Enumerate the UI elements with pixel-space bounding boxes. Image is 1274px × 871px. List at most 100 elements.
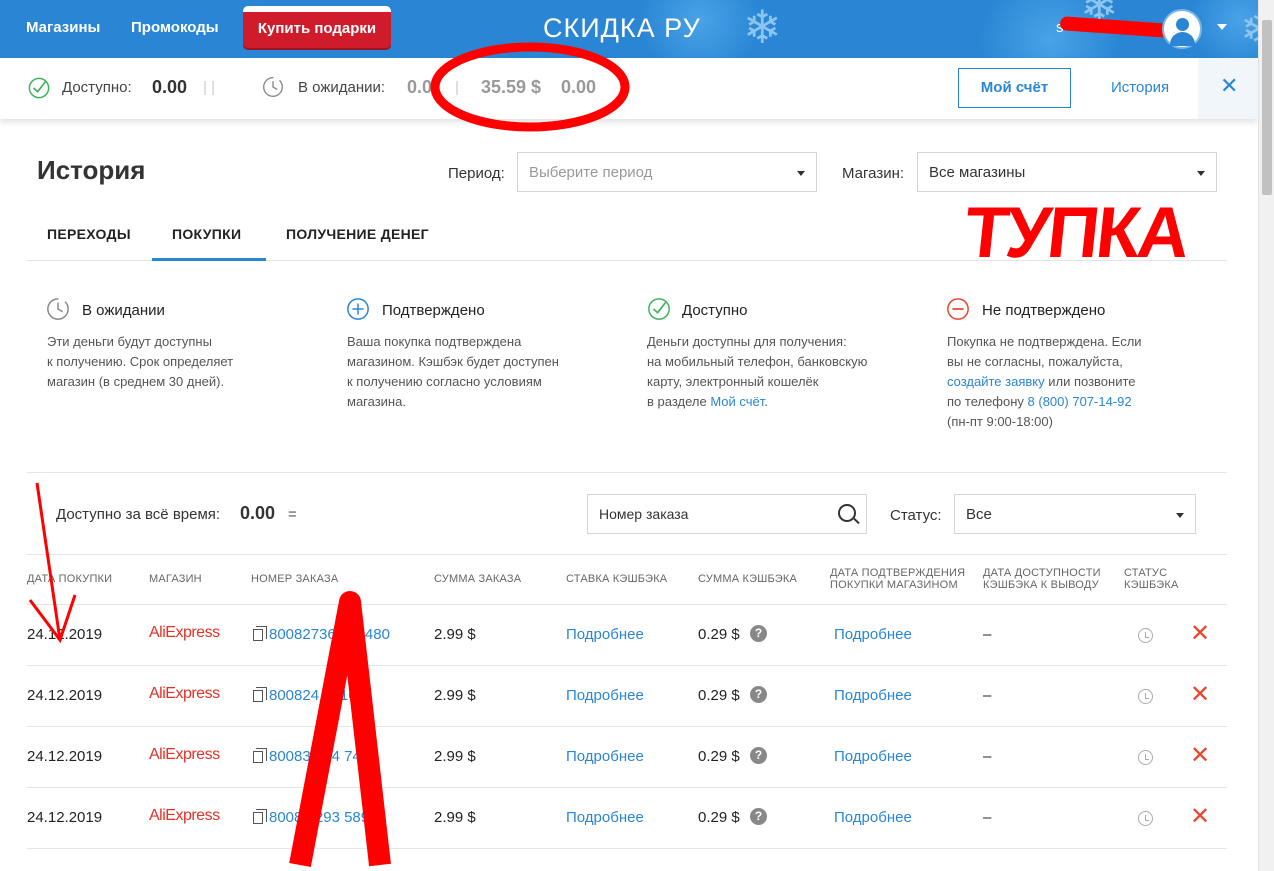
- rejected-icon: ✕: [1190, 742, 1211, 769]
- help-icon[interactable]: ?: [750, 808, 767, 825]
- clock-icon: [1138, 750, 1153, 765]
- legend-pending-text: Эти деньги будут доступны к получению. С…: [47, 334, 234, 389]
- column-header: ДАТА ДОСТУПНОСТИ КЭШБЭКА К ВЫВОДУ: [983, 567, 1101, 591]
- purchase-date: 24.12.2019: [27, 748, 103, 765]
- aliexpress-logo[interactable]: AliExpress: [149, 746, 220, 764]
- rate-details-link[interactable]: Подробнее: [566, 687, 644, 704]
- rate-details-link[interactable]: Подробнее: [566, 626, 644, 643]
- legend-confirmed-title: Подтверждено: [382, 302, 485, 319]
- table-row: [27, 848, 1227, 871]
- available-date: –: [983, 626, 992, 643]
- shop-label: Магазин:: [842, 165, 905, 182]
- create-ticket-link[interactable]: создайте заявку: [947, 374, 1045, 389]
- chevron-down-icon[interactable]: [1217, 24, 1227, 30]
- confirm-details-link[interactable]: Подробнее: [834, 626, 912, 643]
- period-select[interactable]: Выберите период: [517, 152, 817, 192]
- legend-confirmed-text: Ваша покупка подтверждена магазином. Кэш…: [347, 334, 559, 409]
- pending-value: 0.0: [407, 77, 433, 97]
- purchase-date: 24.12.2019: [27, 809, 103, 826]
- phone-link[interactable]: 8 (800) 707-14-92: [1028, 394, 1132, 409]
- legend-rejected-text: Покупка не подтверждена. Если вы не согл…: [947, 334, 1142, 429]
- nav-shops-link[interactable]: Магазины: [26, 19, 100, 36]
- status-label: Статус:: [890, 507, 942, 524]
- copy-icon[interactable]: [253, 626, 267, 641]
- nav-promo-link[interactable]: Промокоды: [131, 19, 219, 36]
- cashback-amount: 0.29 $: [698, 626, 740, 643]
- copy-icon[interactable]: [253, 809, 267, 824]
- close-button[interactable]: ✕: [1198, 58, 1258, 119]
- purchase-date: 24.12.2019: [27, 626, 103, 643]
- search-icon[interactable]: [838, 504, 856, 522]
- help-icon[interactable]: ?: [750, 686, 767, 703]
- page-title: История: [37, 155, 146, 185]
- clock-icon: [47, 298, 69, 320]
- chevron-down-icon: [797, 171, 805, 176]
- aliexpress-logo[interactable]: AliExpress: [149, 685, 220, 703]
- confirm-details-link[interactable]: Подробнее: [834, 687, 912, 704]
- rate-details-link[interactable]: Подробнее: [566, 809, 644, 826]
- scrollbar-thumb[interactable]: [1262, 20, 1272, 195]
- available-label: Доступно:: [62, 79, 132, 96]
- column-header: МАГАЗИН: [149, 573, 202, 585]
- pending-value-usd: 35.59 $: [481, 77, 542, 97]
- rejected-icon: ✕: [1190, 803, 1211, 830]
- order-number[interactable]: 80083 644 7403: [269, 748, 377, 765]
- table-row: 24.12.2019 AliExpress 8008 5293 589 2.99…: [27, 787, 1227, 848]
- check-circle-icon: [28, 77, 50, 99]
- rate-details-link[interactable]: Подробнее: [566, 748, 644, 765]
- cashback-amount: 0.29 $: [698, 809, 740, 826]
- help-icon[interactable]: ?: [750, 625, 767, 642]
- copy-icon[interactable]: [253, 687, 267, 702]
- buy-gifts-button[interactable]: Купить подарки: [243, 6, 391, 48]
- period-label: Период:: [448, 165, 505, 182]
- help-icon[interactable]: ?: [750, 747, 767, 764]
- clock-icon: [263, 77, 283, 97]
- clock-icon: [1138, 689, 1153, 704]
- column-header: СУММА ЗАКАЗА: [434, 573, 522, 585]
- available-date: –: [983, 748, 992, 765]
- redaction-scribble: [1059, 16, 1171, 38]
- my-account-link[interactable]: Мой счёт: [710, 394, 764, 409]
- legend-available-title: Доступно: [682, 302, 748, 319]
- column-header[interactable]: ДАТА ПОКУПКИ: [27, 573, 112, 585]
- avatar[interactable]: [1162, 9, 1202, 49]
- confirm-details-link[interactable]: Подробнее: [834, 809, 912, 826]
- aliexpress-logo[interactable]: AliExpress: [149, 807, 220, 825]
- tab-withdrawals[interactable]: ПОЛУЧЕНИЕ ДЕНЕГ: [286, 226, 429, 242]
- table-row: 24.12.2019 AliExpress 80082736 097480 2.…: [27, 604, 1227, 665]
- chevron-down-icon: [1176, 513, 1184, 518]
- order-number[interactable]: 80082736 097480: [269, 626, 390, 643]
- divider: [27, 554, 1227, 555]
- site-logo[interactable]: СКИДКА РУ: [543, 13, 701, 44]
- status-select[interactable]: Все: [954, 494, 1196, 534]
- available-date: –: [983, 809, 992, 826]
- pending-value-extra: 0.00: [561, 77, 597, 97]
- currency-placeholder: =: [288, 506, 297, 523]
- my-account-button[interactable]: Мой счёт: [958, 68, 1071, 108]
- plus-circle-icon: [347, 298, 369, 320]
- aliexpress-logo[interactable]: AliExpress: [149, 624, 220, 642]
- order-number[interactable]: 800824 7416: [269, 687, 357, 704]
- available-date: –: [983, 687, 992, 704]
- column-header: НОМЕР ЗАКАЗА: [251, 573, 339, 585]
- order-amount: 2.99 $: [434, 748, 476, 765]
- shop-select[interactable]: Все магазины: [917, 152, 1217, 192]
- balance-bar: Доступно: 0.00 | | В ожидании: 0.0 | 35.…: [0, 58, 1258, 119]
- tab-transitions[interactable]: ПЕРЕХОДЫ: [47, 226, 131, 242]
- column-header: СТАТУС КЭШБЭКА: [1124, 567, 1179, 591]
- scrollbar[interactable]: [1258, 0, 1274, 871]
- order-number[interactable]: 8008 5293 589: [269, 809, 369, 826]
- clock-icon: [1138, 811, 1153, 826]
- active-tab-indicator: [152, 258, 266, 261]
- order-amount: 2.99 $: [434, 626, 476, 643]
- history-link[interactable]: История: [1111, 79, 1169, 96]
- order-search-input[interactable]: Номер заказа: [587, 494, 867, 534]
- close-icon: ✕: [1220, 73, 1239, 98]
- rejected-icon: ✕: [1190, 620, 1211, 647]
- tab-purchases[interactable]: ПОКУПКИ: [172, 226, 241, 242]
- available-value: 0.00: [152, 77, 188, 97]
- total-label: Доступно за всё время:: [56, 506, 221, 523]
- annotation-word: ТУПКА: [960, 193, 1191, 273]
- confirm-details-link[interactable]: Подробнее: [834, 748, 912, 765]
- copy-icon[interactable]: [253, 748, 267, 763]
